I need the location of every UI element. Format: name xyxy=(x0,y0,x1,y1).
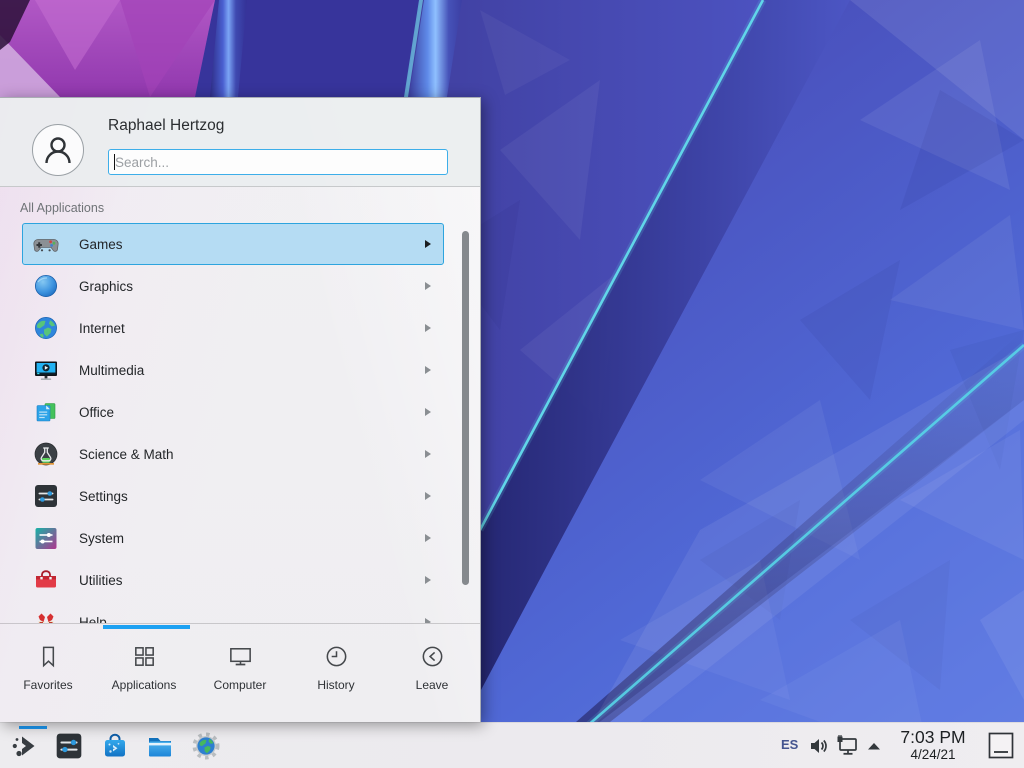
category-label: Graphics xyxy=(79,279,133,294)
submenu-arrow-icon xyxy=(425,534,431,542)
desktop: Raphael Hertzog All Applications xyxy=(0,0,1024,768)
submenu-arrow-icon xyxy=(425,366,431,374)
blue-sphere-icon xyxy=(32,272,60,300)
globe-icon xyxy=(32,314,60,342)
category-label: Games xyxy=(79,237,123,252)
tab-leave[interactable]: Leave xyxy=(384,631,480,721)
tab-label: Computer xyxy=(214,678,267,692)
category-multimedia[interactable]: Multimedia xyxy=(22,349,444,391)
category-settings[interactable]: Settings xyxy=(22,475,444,517)
grid-icon xyxy=(131,643,158,670)
category-help[interactable]: Help xyxy=(22,601,444,623)
show-desktop-button[interactable] xyxy=(988,732,1014,759)
text-cursor xyxy=(114,154,115,170)
launcher-header: Raphael Hertzog xyxy=(0,98,480,187)
tab-applications[interactable]: Applications xyxy=(96,631,192,721)
category-system[interactable]: System xyxy=(22,517,444,559)
tab-computer[interactable]: Computer xyxy=(192,631,288,721)
tab-history[interactable]: History xyxy=(288,631,384,721)
kde-kickoff-icon xyxy=(10,731,40,761)
web-browser-button[interactable] xyxy=(191,731,221,761)
submenu-arrow-icon xyxy=(425,492,431,500)
category-label: Science & Math xyxy=(79,447,174,462)
application-launcher-popup: Raphael Hertzog All Applications xyxy=(0,97,481,722)
tab-label: Applications xyxy=(112,678,177,692)
scrollbar-thumb[interactable] xyxy=(462,231,469,585)
clock-time: 7:03 PM xyxy=(886,727,980,747)
category-label: Office xyxy=(79,405,114,420)
volume-icon[interactable] xyxy=(808,735,830,757)
submenu-arrow-icon xyxy=(425,576,431,584)
submenu-arrow-icon xyxy=(425,450,431,458)
network-icon[interactable] xyxy=(836,734,860,758)
category-label: System xyxy=(79,531,124,546)
toolbox-icon xyxy=(32,566,60,594)
blue-bag-icon xyxy=(100,731,130,761)
gamepad-icon xyxy=(32,230,60,258)
category-list: Games Graphics xyxy=(0,223,480,623)
search-input[interactable] xyxy=(108,149,448,175)
monitor-play-icon xyxy=(32,356,60,384)
system-settings-button[interactable] xyxy=(54,731,84,761)
active-tab-indicator xyxy=(103,625,190,629)
category-science-math[interactable]: Science & Math xyxy=(22,433,444,475)
submenu-arrow-icon xyxy=(425,240,431,248)
computer-icon xyxy=(227,643,254,670)
user-avatar[interactable] xyxy=(32,124,84,176)
user-name: Raphael Hertzog xyxy=(108,117,224,135)
tab-label: Leave xyxy=(416,678,449,692)
clock-icon xyxy=(323,643,350,670)
category-label: Utilities xyxy=(79,573,123,588)
category-label: Internet xyxy=(79,321,125,336)
clock-date: 4/24/21 xyxy=(886,747,980,763)
documents-icon xyxy=(32,398,60,426)
category-label: Help xyxy=(79,615,107,624)
flask-icon xyxy=(32,440,60,468)
launcher-tabbar: Favorites Applications Computer xyxy=(0,631,480,721)
category-utilities[interactable]: Utilities xyxy=(22,559,444,601)
user-icon xyxy=(38,130,78,170)
category-internet[interactable]: Internet xyxy=(22,307,444,349)
tab-label: Favorites xyxy=(23,678,72,692)
category-label: Settings xyxy=(79,489,128,504)
tabbar-separator xyxy=(0,623,480,624)
application-launcher-button[interactable] xyxy=(10,731,40,761)
category-office[interactable]: Office xyxy=(22,391,444,433)
bookmark-icon xyxy=(35,643,62,670)
keyboard-layout-indicator[interactable]: ES xyxy=(781,737,798,752)
expand-tray-icon[interactable] xyxy=(866,740,882,752)
category-label: Multimedia xyxy=(79,363,144,378)
leave-icon xyxy=(419,643,446,670)
blue-folder-icon xyxy=(145,731,175,761)
globe-gear-icon xyxy=(191,731,221,761)
discover-button[interactable] xyxy=(100,731,130,761)
submenu-arrow-icon xyxy=(425,282,431,290)
file-manager-button[interactable] xyxy=(145,731,175,761)
submenu-arrow-icon xyxy=(425,324,431,332)
sliders-dark-icon xyxy=(54,731,84,761)
tab-favorites[interactable]: Favorites xyxy=(0,631,96,721)
digital-clock[interactable]: 7:03 PM 4/24/21 xyxy=(886,727,980,763)
taskbar-panel: ES 7:03 PM 4/24/2 xyxy=(0,722,1024,768)
sliders-dark-icon xyxy=(32,482,60,510)
category-graphics[interactable]: Graphics xyxy=(22,265,444,307)
submenu-arrow-icon xyxy=(425,408,431,416)
active-task-indicator xyxy=(19,726,47,729)
category-games[interactable]: Games xyxy=(22,223,444,265)
section-label: All Applications xyxy=(20,201,104,215)
sliders-color-icon xyxy=(32,524,60,552)
help-icon xyxy=(32,608,60,623)
tab-label: History xyxy=(317,678,354,692)
